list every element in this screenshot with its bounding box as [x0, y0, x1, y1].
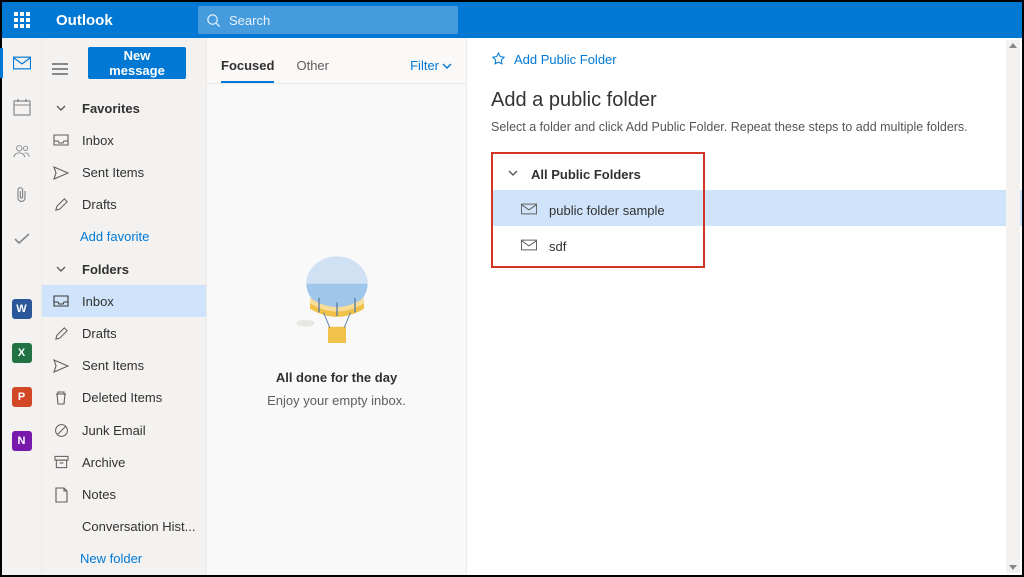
folder-label: Conversation Hist...: [82, 519, 195, 534]
waffle-icon: [14, 12, 30, 28]
empty-state: All done for the day Enjoy your empty in…: [207, 84, 466, 575]
hamburger-icon: [52, 62, 68, 76]
empty-title: All done for the day: [276, 370, 397, 385]
folder-archive[interactable]: Archive: [42, 446, 206, 478]
fav-sent[interactable]: Sent Items: [42, 156, 206, 188]
send-icon: [52, 166, 70, 180]
chevron-down-icon: [442, 61, 452, 71]
paperclip-icon: [14, 186, 30, 204]
favorites-label: Favorites: [82, 101, 140, 116]
rail-files[interactable]: [2, 180, 42, 210]
chevron-down-icon: [507, 167, 519, 182]
app-launcher-button[interactable]: [2, 2, 42, 38]
folder-label: Archive: [82, 455, 125, 470]
empty-subtitle: Enjoy your empty inbox.: [267, 393, 406, 408]
search-input[interactable]: Search: [198, 6, 458, 34]
mail-icon: [521, 203, 537, 218]
vertical-scrollbar[interactable]: [1006, 40, 1020, 573]
folder-label: Inbox: [82, 294, 114, 309]
tree-root-all-public-folders[interactable]: All Public Folders: [493, 156, 703, 192]
chevron-down-icon: [52, 102, 70, 114]
inbox-tabs: Focused Other Filter: [207, 38, 466, 84]
folders-section[interactable]: Folders: [42, 253, 206, 285]
pencil-icon: [52, 197, 70, 212]
check-icon: [13, 230, 31, 248]
folder-junk[interactable]: Junk Email: [42, 414, 206, 446]
favorites-section[interactable]: Favorites: [42, 92, 206, 124]
rail-todo[interactable]: [2, 224, 42, 254]
folder-inbox[interactable]: Inbox: [42, 285, 206, 317]
rail-powerpoint[interactable]: P: [2, 382, 42, 412]
folder-sent[interactable]: Sent Items: [42, 350, 206, 382]
rail-people[interactable]: [2, 136, 42, 166]
search-placeholder: Search: [229, 13, 270, 28]
inbox-icon: [52, 133, 70, 147]
archive-icon: [52, 455, 70, 469]
top-bar: Outlook Search: [2, 2, 1022, 38]
pencil-icon: [52, 326, 70, 341]
rail-calendar[interactable]: [2, 92, 42, 122]
note-icon: [52, 487, 70, 503]
filter-button[interactable]: Filter: [410, 58, 452, 83]
folder-label: Drafts: [82, 326, 117, 341]
folder-panel: New message Favorites Inbox Sent Items D…: [42, 38, 207, 575]
calendar-icon: [13, 98, 31, 116]
fav-inbox[interactable]: Inbox: [42, 124, 206, 156]
collapse-panel-button[interactable]: [52, 62, 68, 79]
rail-word[interactable]: W: [2, 294, 42, 324]
tab-other[interactable]: Other: [296, 58, 329, 83]
folder-label: Drafts: [82, 197, 117, 212]
tab-focused[interactable]: Focused: [221, 58, 274, 83]
rail-mail[interactable]: [0, 48, 40, 78]
add-favorite-link[interactable]: Add favorite: [42, 221, 206, 253]
new-folder-link[interactable]: New folder: [42, 543, 206, 575]
panel-title: Add a public folder: [491, 89, 998, 112]
balloon-illustration: [292, 252, 382, 362]
add-public-folder-link[interactable]: Add Public Folder: [491, 52, 998, 67]
block-icon: [52, 423, 70, 438]
folder-label: Inbox: [82, 133, 114, 148]
tree-item-public-folder-sample[interactable]: public folder sample: [493, 192, 703, 228]
folder-deleted[interactable]: Deleted Items: [42, 382, 206, 414]
star-plus-icon: [491, 52, 506, 67]
inbox-icon: [52, 294, 70, 308]
module-rail: W X P N: [2, 38, 42, 575]
rail-excel[interactable]: X: [2, 338, 42, 368]
tree-item-sdf[interactable]: sdf: [493, 228, 703, 264]
folders-label: Folders: [82, 262, 129, 277]
folder-label: Deleted Items: [82, 390, 162, 405]
new-message-button[interactable]: New message: [88, 47, 186, 79]
people-icon: [13, 142, 31, 160]
folder-conversation-history[interactable]: Conversation Hist...: [42, 511, 206, 543]
folder-label: Sent Items: [82, 165, 144, 180]
panel-description: Select a folder and click Add Public Fol…: [491, 120, 998, 134]
add-public-folder-panel: Add Public Folder Add a public folder Se…: [467, 38, 1022, 575]
fav-drafts[interactable]: Drafts: [42, 189, 206, 221]
folder-label: Junk Email: [82, 423, 146, 438]
rail-onenote[interactable]: N: [2, 426, 42, 456]
chevron-down-icon: [52, 263, 70, 275]
folder-label: Sent Items: [82, 358, 144, 373]
mail-icon: [521, 239, 537, 254]
search-icon: [206, 13, 221, 28]
app-brand: Outlook: [42, 12, 192, 29]
folder-notes[interactable]: Notes: [42, 478, 206, 510]
folder-drafts[interactable]: Drafts: [42, 317, 206, 349]
send-icon: [52, 359, 70, 373]
public-folder-tree: All Public Folders public folder sample …: [491, 152, 705, 268]
folder-label: Notes: [82, 487, 116, 502]
trash-icon: [52, 390, 70, 406]
message-list-panel: Focused Other Filter: [207, 38, 467, 575]
mail-icon: [13, 54, 31, 72]
